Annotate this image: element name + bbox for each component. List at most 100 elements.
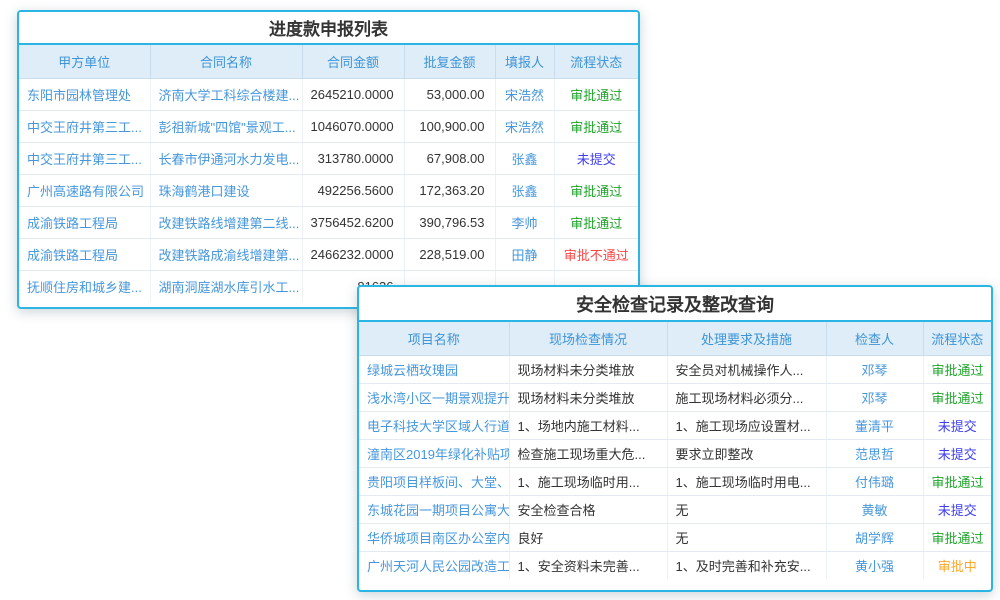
column-header-status: 流程状态 bbox=[923, 322, 991, 355]
column-header-inspection: 现场检查情况 bbox=[509, 322, 667, 355]
column-header-status: 流程状态 bbox=[554, 45, 638, 78]
cell-status: 审批通过 bbox=[554, 78, 638, 110]
table-row: 绿城云栖玫瑰园现场材料未分类堆放安全员对机械操作人...邓琴审批通过 bbox=[359, 355, 991, 383]
cell-inspector[interactable]: 邓琴 bbox=[826, 383, 923, 411]
cell-status: 审批不通过 bbox=[554, 238, 638, 270]
cell-filler[interactable]: 宋浩然 bbox=[495, 78, 554, 110]
cell-inspector[interactable]: 邓琴 bbox=[826, 355, 923, 383]
cell-status: 审批通过 bbox=[554, 110, 638, 142]
cell-approved-amount: 53,000.00 bbox=[404, 78, 495, 110]
cell-contract-name[interactable]: 济南大学工科综合楼建... bbox=[150, 78, 302, 110]
table-row: 东城花园一期项目公寓大安全检查合格无黄敏未提交 bbox=[359, 495, 991, 523]
cell-contract-name[interactable]: 改建铁路线增建第二线... bbox=[150, 206, 302, 238]
cell-contract-amount: 2645210.0000 bbox=[302, 78, 404, 110]
cell-inspection: 1、场地内施工材料... bbox=[509, 411, 667, 439]
cell-measures: 无 bbox=[667, 495, 826, 523]
column-header-project-name: 项目名称 bbox=[359, 322, 509, 355]
safety-inspection-table: 项目名称现场检查情况处理要求及措施检查人流程状态 绿城云栖玫瑰园现场材料未分类堆… bbox=[359, 322, 991, 579]
cell-contract-name[interactable]: 彭祖新城"四馆"景观工... bbox=[150, 110, 302, 142]
cell-status: 审批通过 bbox=[923, 523, 991, 551]
cell-contract-name[interactable]: 长春市伊通河水力发电... bbox=[150, 142, 302, 174]
table-row: 华侨城项目南区办公室内良好无胡学辉审批通过 bbox=[359, 523, 991, 551]
cell-approved-amount: 100,900.00 bbox=[404, 110, 495, 142]
table-row: 广州高速路有限公司珠海鹤港口建设492256.5600172,363.20张鑫审… bbox=[19, 174, 638, 206]
table-row: 东阳市园林管理处济南大学工科综合楼建...2645210.000053,000.… bbox=[19, 78, 638, 110]
cell-inspection: 现场材料未分类堆放 bbox=[509, 383, 667, 411]
table-row: 贵阳项目样板间、大堂、1、施工现场临时用...1、施工现场临时用电...付伟璐审… bbox=[359, 467, 991, 495]
cell-filler[interactable]: 张鑫 bbox=[495, 174, 554, 206]
progress-payment-panel: 进度款申报列表 甲方单位合同名称合同金额批复金额填报人流程状态 东阳市园林管理处… bbox=[17, 10, 640, 309]
cell-approved-amount: 172,363.20 bbox=[404, 174, 495, 206]
cell-measures: 1、施工现场应设置材... bbox=[667, 411, 826, 439]
cell-status: 审批通过 bbox=[554, 174, 638, 206]
cell-filler[interactable]: 宋浩然 bbox=[495, 110, 554, 142]
cell-contract-amount: 313780.0000 bbox=[302, 142, 404, 174]
cell-status: 未提交 bbox=[554, 142, 638, 174]
cell-status: 审批中 bbox=[923, 551, 991, 579]
cell-party-unit[interactable]: 广州高速路有限公司 bbox=[19, 174, 150, 206]
cell-contract-amount: 1046070.0000 bbox=[302, 110, 404, 142]
cell-project-name[interactable]: 浅水湾小区一期景观提升 bbox=[359, 383, 509, 411]
cell-measures: 要求立即整改 bbox=[667, 439, 826, 467]
cell-approved-amount: 67,908.00 bbox=[404, 142, 495, 174]
cell-contract-amount: 3756452.6200 bbox=[302, 206, 404, 238]
cell-status: 未提交 bbox=[923, 411, 991, 439]
column-header-contract-name: 合同名称 bbox=[150, 45, 302, 78]
cell-inspection: 良好 bbox=[509, 523, 667, 551]
cell-filler[interactable]: 田静 bbox=[495, 238, 554, 270]
column-header-contract-amount: 合同金额 bbox=[302, 45, 404, 78]
cell-inspector[interactable]: 黄敏 bbox=[826, 495, 923, 523]
cell-filler[interactable]: 李帅 bbox=[495, 206, 554, 238]
cell-project-name[interactable]: 电子科技大学区域人行道 bbox=[359, 411, 509, 439]
cell-contract-name[interactable]: 珠海鹤港口建设 bbox=[150, 174, 302, 206]
cell-party-unit[interactable]: 中交王府井第三工... bbox=[19, 142, 150, 174]
cell-party-unit[interactable]: 成渝铁路工程局 bbox=[19, 238, 150, 270]
cell-measures: 无 bbox=[667, 523, 826, 551]
table-row: 浅水湾小区一期景观提升现场材料未分类堆放施工现场材料必须分...邓琴审批通过 bbox=[359, 383, 991, 411]
table-header-row: 项目名称现场检查情况处理要求及措施检查人流程状态 bbox=[359, 322, 991, 355]
cell-inspector[interactable]: 胡学辉 bbox=[826, 523, 923, 551]
cell-status: 审批通过 bbox=[554, 206, 638, 238]
cell-party-unit[interactable]: 成渝铁路工程局 bbox=[19, 206, 150, 238]
table-row: 电子科技大学区域人行道1、场地内施工材料...1、施工现场应设置材...董清平未… bbox=[359, 411, 991, 439]
cell-project-name[interactable]: 贵阳项目样板间、大堂、 bbox=[359, 467, 509, 495]
cell-inspector[interactable]: 黄小强 bbox=[826, 551, 923, 579]
cell-inspector[interactable]: 范思哲 bbox=[826, 439, 923, 467]
cell-measures: 施工现场材料必须分... bbox=[667, 383, 826, 411]
cell-inspection: 安全检查合格 bbox=[509, 495, 667, 523]
column-header-approved-amount: 批复金额 bbox=[404, 45, 495, 78]
cell-party-unit[interactable]: 中交王府井第三工... bbox=[19, 110, 150, 142]
cell-project-name[interactable]: 广州天河人民公园改造工 bbox=[359, 551, 509, 579]
cell-status: 审批通过 bbox=[923, 467, 991, 495]
column-header-party-unit: 甲方单位 bbox=[19, 45, 150, 78]
cell-project-name[interactable]: 绿城云栖玫瑰园 bbox=[359, 355, 509, 383]
cell-approved-amount: 390,796.53 bbox=[404, 206, 495, 238]
cell-status: 未提交 bbox=[923, 495, 991, 523]
cell-filler[interactable]: 张鑫 bbox=[495, 142, 554, 174]
cell-inspection: 现场材料未分类堆放 bbox=[509, 355, 667, 383]
cell-measures: 1、施工现场临时用电... bbox=[667, 467, 826, 495]
safety-inspection-title: 安全检查记录及整改查询 bbox=[359, 287, 991, 322]
cell-contract-name[interactable]: 改建铁路成渝线增建第... bbox=[150, 238, 302, 270]
cell-approved-amount: 228,519.00 bbox=[404, 238, 495, 270]
cell-project-name[interactable]: 东城花园一期项目公寓大 bbox=[359, 495, 509, 523]
cell-party-unit[interactable]: 东阳市园林管理处 bbox=[19, 78, 150, 110]
cell-party-unit[interactable]: 抚顺住房和城乡建... bbox=[19, 270, 150, 302]
cell-inspection: 1、施工现场临时用... bbox=[509, 467, 667, 495]
progress-payment-title: 进度款申报列表 bbox=[19, 12, 638, 45]
cell-inspection: 1、安全资料未完善... bbox=[509, 551, 667, 579]
table-header-row: 甲方单位合同名称合同金额批复金额填报人流程状态 bbox=[19, 45, 638, 78]
cell-status: 审批通过 bbox=[923, 383, 991, 411]
cell-status: 审批通过 bbox=[923, 355, 991, 383]
cell-project-name[interactable]: 潼南区2019年绿化补贴项 bbox=[359, 439, 509, 467]
table-row: 潼南区2019年绿化补贴项检查施工现场重大危...要求立即整改范思哲未提交 bbox=[359, 439, 991, 467]
cell-inspector[interactable]: 董清平 bbox=[826, 411, 923, 439]
cell-inspection: 检查施工现场重大危... bbox=[509, 439, 667, 467]
cell-inspector[interactable]: 付伟璐 bbox=[826, 467, 923, 495]
cell-project-name[interactable]: 华侨城项目南区办公室内 bbox=[359, 523, 509, 551]
cell-contract-name[interactable]: 湖南洞庭湖水库引水工... bbox=[150, 270, 302, 302]
table-row: 成渝铁路工程局改建铁路成渝线增建第...2466232.0000228,519.… bbox=[19, 238, 638, 270]
column-header-measures: 处理要求及措施 bbox=[667, 322, 826, 355]
table-row: 中交王府井第三工...彭祖新城"四馆"景观工...1046070.0000100… bbox=[19, 110, 638, 142]
cell-contract-amount: 492256.5600 bbox=[302, 174, 404, 206]
